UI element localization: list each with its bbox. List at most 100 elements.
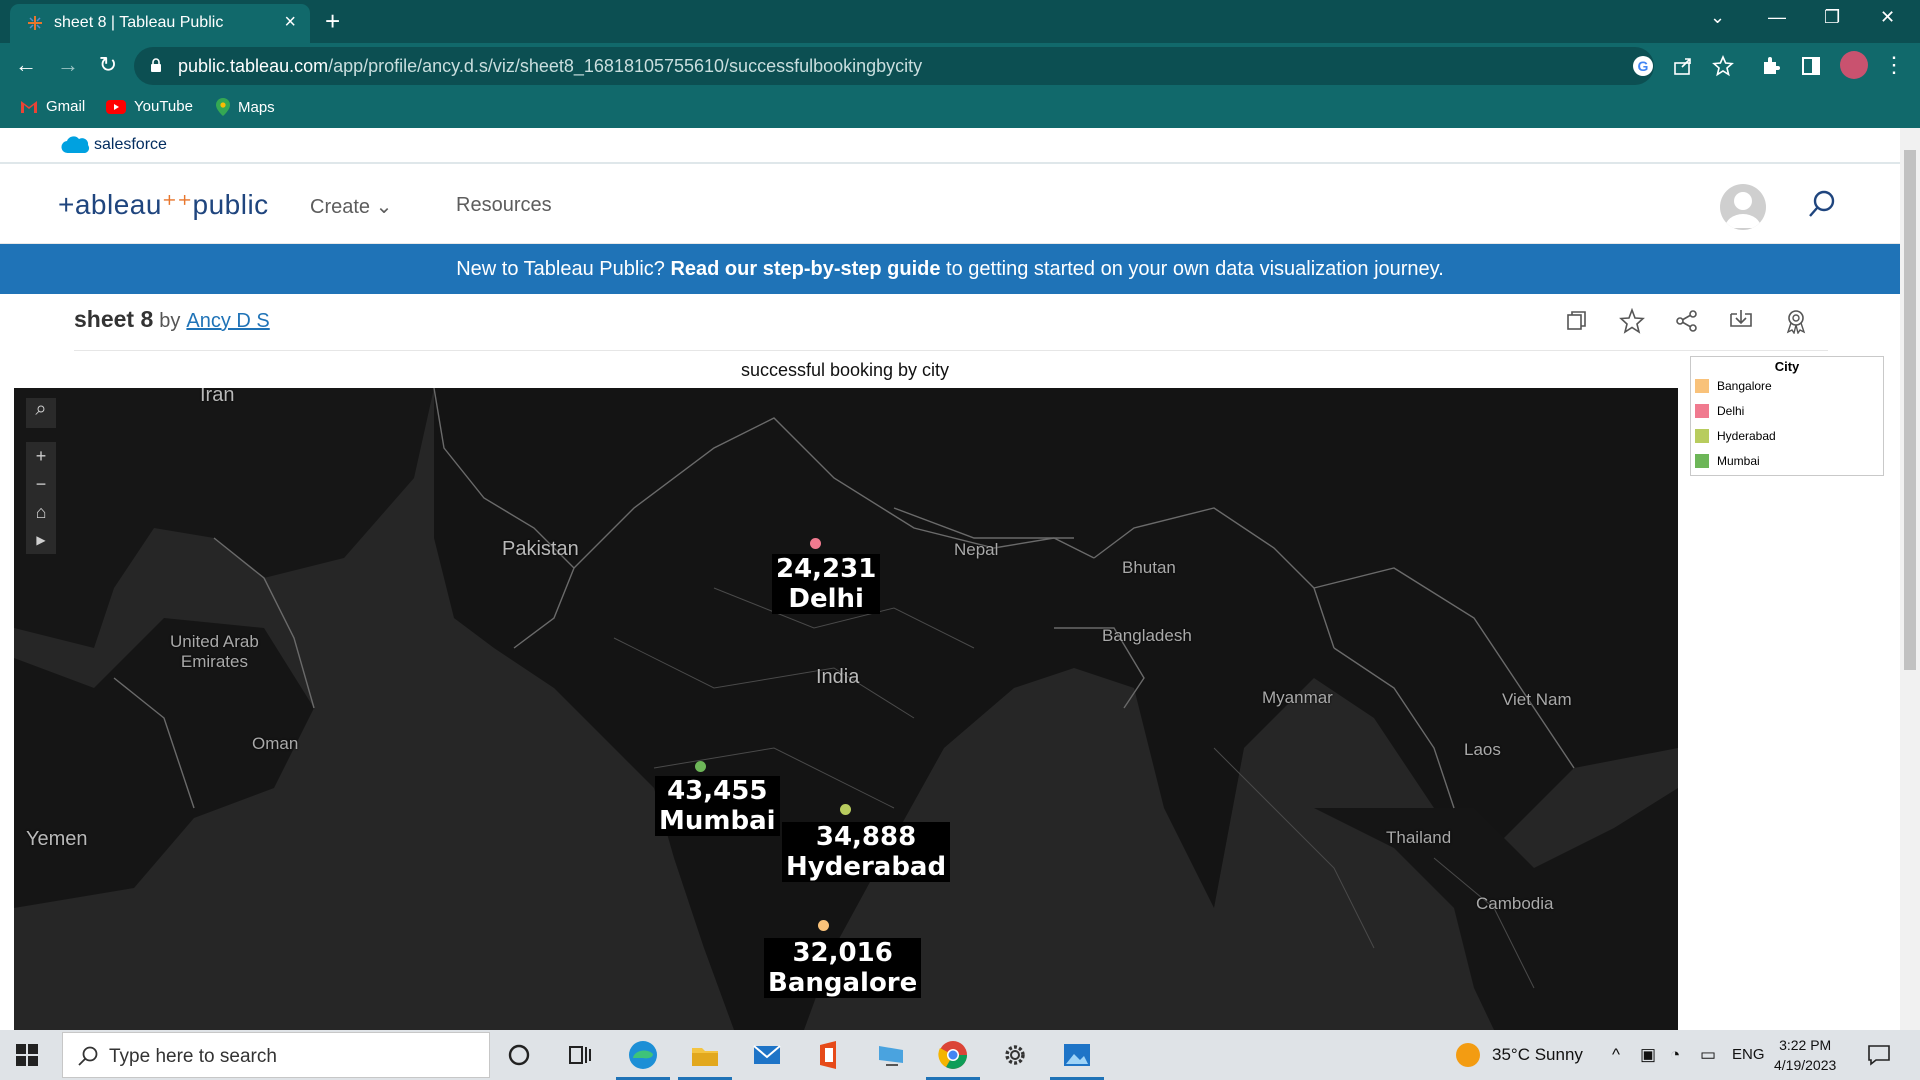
place-thailand: Thailand <box>1386 828 1452 847</box>
city-dot-hyderabad[interactable] <box>840 804 851 815</box>
bookmark-star-icon[interactable] <box>1712 55 1734 77</box>
map-search-icon[interactable]: ⌕ <box>26 398 56 428</box>
restore-button[interactable]: ❐ <box>1824 7 1840 28</box>
settings-gear-icon[interactable] <box>996 1036 1034 1074</box>
url-path: /app/profile/ancy.d.s/viz/sheet8_1681810… <box>328 56 923 76</box>
city-label-bangalore[interactable]: 32,016 Bangalore <box>764 938 922 998</box>
logo-plus-icon: ⁺⁺ <box>161 189 193 220</box>
search-icon[interactable] <box>1806 188 1838 220</box>
url-field[interactable]: public.tableau.com/app/profile/ancy.d.s/… <box>134 47 1654 85</box>
minimize-button[interactable]: — <box>1768 7 1786 28</box>
clock-date: 4/19/2023 <box>1774 1057 1837 1073</box>
maps-pin-icon <box>216 98 230 116</box>
page-scrollbar[interactable] <box>1900 128 1920 1030</box>
taskbar-clock[interactable]: 3:22 PM 4/19/2023 <box>1774 1035 1836 1075</box>
legend-label: Bangalore <box>1717 379 1772 393</box>
tab-search-icon[interactable]: ⌄ <box>1710 7 1725 28</box>
new-tab-button[interactable]: + <box>325 6 340 37</box>
office-icon[interactable] <box>810 1036 848 1074</box>
copy-icon[interactable] <box>1564 308 1590 334</box>
city-name: Mumbai <box>659 806 776 836</box>
place-cambodia: Cambodia <box>1476 894 1554 913</box>
close-tab-icon[interactable]: × <box>284 11 296 34</box>
city-label-hyderabad[interactable]: 34,888 Hyderabad <box>782 822 951 882</box>
this-pc-icon[interactable] <box>872 1036 910 1074</box>
city-value: 43,455 <box>667 776 768 806</box>
page-content: salesforce +ableau⁺⁺public Create ⌄ Reso… <box>0 128 1920 1030</box>
city-name: Delhi <box>788 584 864 614</box>
nav-resources[interactable]: Resources <box>456 194 552 217</box>
legend-item-mumbai[interactable]: Mumbai <box>1695 454 1760 468</box>
cortana-icon[interactable] <box>500 1036 538 1074</box>
chrome-icon[interactable] <box>934 1036 972 1074</box>
taskbar-search[interactable]: Type here to search <box>62 1032 490 1078</box>
sunny-weather-icon[interactable] <box>1456 1043 1480 1067</box>
star-icon[interactable] <box>1619 308 1645 334</box>
share-page-icon[interactable] <box>1672 55 1694 77</box>
guide-link[interactable]: Read our step-by-step guide <box>670 258 940 280</box>
city-dot-mumbai[interactable] <box>695 761 706 772</box>
extensions-icon[interactable] <box>1760 55 1782 77</box>
notification-icon[interactable] <box>1866 1042 1892 1068</box>
zoom-in-icon[interactable]: + <box>26 442 56 470</box>
legend-swatch <box>1695 379 1709 393</box>
network-icon[interactable]: ▣ <box>1640 1045 1656 1065</box>
google-icon[interactable]: G <box>1632 55 1654 77</box>
weather-text[interactable]: 35°C Sunny <box>1492 1045 1583 1065</box>
sheet-title: successful booking by city <box>740 360 950 380</box>
task-view-icon[interactable] <box>560 1036 598 1074</box>
place-uae-line1: United Arab <box>170 632 259 651</box>
nav-resources-label: Resources <box>456 194 552 216</box>
profile-avatar[interactable] <box>1840 51 1868 79</box>
side-panel-icon[interactable] <box>1800 55 1822 77</box>
city-label-delhi[interactable]: 24,231 Delhi <box>772 554 881 614</box>
legend-item-delhi[interactable]: Delhi <box>1695 404 1744 418</box>
share-icon[interactable] <box>1674 308 1700 334</box>
download-icon[interactable] <box>1728 308 1754 334</box>
author-link[interactable]: Ancy D S <box>186 310 269 333</box>
pan-arrow-icon[interactable]: ▶ <box>26 526 56 554</box>
forward-button[interactable]: → <box>54 51 82 79</box>
city-dot-delhi[interactable] <box>810 538 821 549</box>
scrollbar-thumb[interactable] <box>1904 150 1916 670</box>
back-button[interactable]: ← <box>12 51 40 79</box>
browser-tab[interactable]: sheet 8 | Tableau Public × <box>10 4 310 43</box>
file-explorer-icon[interactable] <box>686 1036 724 1074</box>
map-zoom-controls: + − ⌂ ▶ <box>26 442 56 554</box>
photos-icon[interactable] <box>1058 1036 1096 1074</box>
chevron-down-icon: ⌄ <box>375 196 393 218</box>
place-bangladesh: Bangladesh <box>1102 626 1192 645</box>
tableau-public-logo[interactable]: +ableau⁺⁺public <box>58 188 269 221</box>
battery-icon[interactable]: ▭ <box>1700 1045 1716 1065</box>
map-view[interactable]: ⌕ + − ⌂ ▶ Iran Pakistan Nepal Bhutan Ban… <box>14 388 1678 1030</box>
place-uae: United Arab Emirates <box>170 632 259 672</box>
edge-icon[interactable] <box>624 1036 662 1074</box>
badge-icon[interactable] <box>1783 308 1809 334</box>
city-label-mumbai[interactable]: 43,455 Mumbai <box>655 776 780 836</box>
viz-by: by <box>159 310 181 332</box>
nav-create[interactable]: Create ⌄ <box>310 194 392 219</box>
zoom-out-icon[interactable]: − <box>26 470 56 498</box>
legend-item-bangalore[interactable]: Bangalore <box>1695 379 1772 393</box>
wifi-icon[interactable]: ◔ <box>1670 1045 1680 1065</box>
bookmark-maps[interactable]: Maps <box>216 98 275 116</box>
close-window-button[interactable]: ✕ <box>1880 7 1895 28</box>
language-indicator[interactable]: ENG <box>1732 1046 1765 1063</box>
bookmark-gmail[interactable]: Gmail <box>20 98 85 115</box>
legend-label: Hyderabad <box>1717 429 1776 443</box>
browser-menu-icon[interactable]: ⋮ <box>1880 51 1908 79</box>
bookmark-youtube[interactable]: YouTube <box>106 98 193 115</box>
windows-start-icon[interactable] <box>16 1044 38 1066</box>
city-dot-bangalore[interactable] <box>818 920 829 931</box>
home-icon[interactable]: ⌂ <box>26 498 56 526</box>
place-india: India <box>816 666 860 688</box>
user-avatar[interactable] <box>1720 184 1766 230</box>
reload-button[interactable]: ↻ <box>94 51 122 79</box>
tray-expand-icon[interactable]: ^ <box>1612 1045 1620 1065</box>
city-value: 32,016 <box>792 938 893 968</box>
city-name: Hyderabad <box>786 852 947 882</box>
mail-icon[interactable] <box>748 1036 786 1074</box>
salesforce-logo[interactable]: salesforce <box>60 135 167 155</box>
legend-title: City <box>1774 359 1800 374</box>
legend-item-hyderabad[interactable]: Hyderabad <box>1695 429 1776 443</box>
